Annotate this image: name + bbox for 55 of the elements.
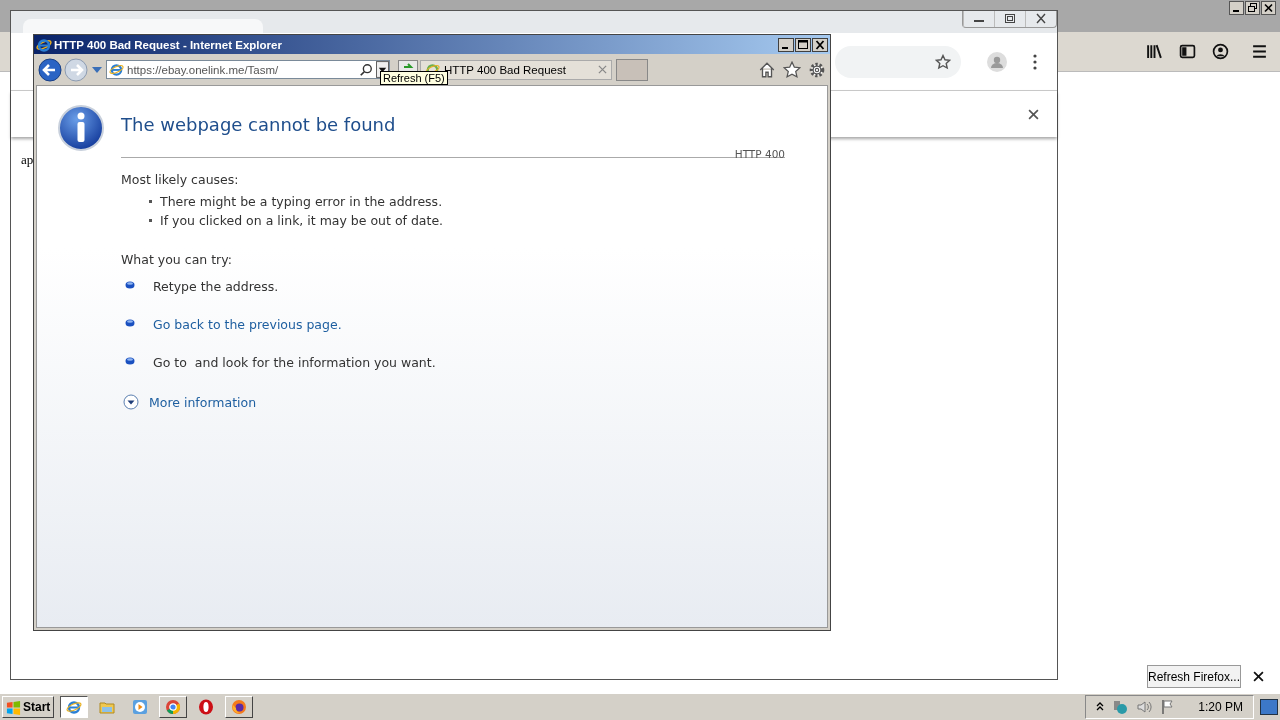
browser-logo-icon	[231, 699, 248, 715]
search-icon[interactable]	[359, 62, 373, 77]
close-icon[interactable]	[1253, 671, 1264, 682]
browser-taskbar-button[interactable]	[60, 696, 89, 718]
home-icon[interactable]	[758, 60, 776, 79]
section-title: Most likely causes:	[121, 172, 240, 187]
page-icon	[109, 62, 124, 77]
clock: 1:20 PM	[1198, 700, 1243, 714]
cause-item: If you clicked on a link, it may be out of date.	[160, 212, 444, 230]
bookmark-star-icon[interactable]	[935, 53, 951, 70]
show-hidden-icons-button[interactable]	[1096, 702, 1105, 712]
refresh-firefox-button[interactable]: Refresh Firefox...	[1147, 665, 1241, 688]
account-icon[interactable]	[1212, 43, 1229, 60]
more-menu-icon[interactable]	[1033, 53, 1037, 70]
browser-logo-icon	[198, 699, 215, 715]
library-icon[interactable]	[1146, 43, 1163, 60]
restore-button[interactable]	[1245, 1, 1260, 15]
bullet-icon	[125, 319, 135, 327]
show-desktop-button[interactable]	[1260, 699, 1278, 715]
page-heading: The webpage cannot be found	[121, 114, 397, 135]
info-icon	[57, 104, 105, 152]
minimize-button[interactable]	[778, 37, 794, 52]
window-title: HTTP 400 Bad Request - Internet Explorer	[54, 38, 283, 51]
bullet-icon	[125, 281, 135, 289]
close-button[interactable]	[812, 37, 828, 52]
expand-icon[interactable]	[123, 394, 139, 410]
maximize-button[interactable]	[795, 37, 811, 52]
sidebar-icon[interactable]	[1179, 43, 1196, 60]
back-link[interactable]: Go back to the previous page.	[153, 317, 342, 332]
suggestion-text: Go to and look for the information you want.	[153, 355, 436, 370]
section-title: What you can try:	[121, 252, 233, 267]
close-button[interactable]	[1261, 1, 1276, 15]
suggestion-text: Retype the address.	[153, 279, 279, 294]
tooltip: Refresh (F5)	[380, 71, 448, 85]
play-icon	[132, 699, 149, 715]
browser-logo-icon	[165, 699, 182, 715]
browser-logo-icon	[36, 36, 52, 53]
back-button[interactable]	[38, 57, 62, 82]
profile-avatar-icon[interactable]	[987, 51, 1007, 72]
settings-icon[interactable]	[808, 60, 826, 79]
more-information-link[interactable]: More information	[149, 394, 257, 410]
speaker-icon[interactable]	[1136, 699, 1153, 715]
status-code: HTTP 400	[734, 148, 785, 160]
folder-icon	[99, 699, 116, 715]
start-button[interactable]: Start	[2, 696, 55, 718]
page-text: ap	[21, 152, 34, 167]
cause-item: There might be a typing error in the address.	[160, 193, 443, 211]
close-tab-icon[interactable]	[598, 65, 607, 74]
bullet-icon	[125, 357, 135, 365]
star-icon[interactable]	[783, 60, 801, 79]
windows-logo-icon	[6, 699, 21, 715]
menu-icon[interactable]	[1251, 43, 1268, 60]
close-icon[interactable]	[1028, 108, 1039, 120]
minimize-button[interactable]	[1229, 1, 1244, 15]
browser-logo-icon	[66, 699, 83, 715]
